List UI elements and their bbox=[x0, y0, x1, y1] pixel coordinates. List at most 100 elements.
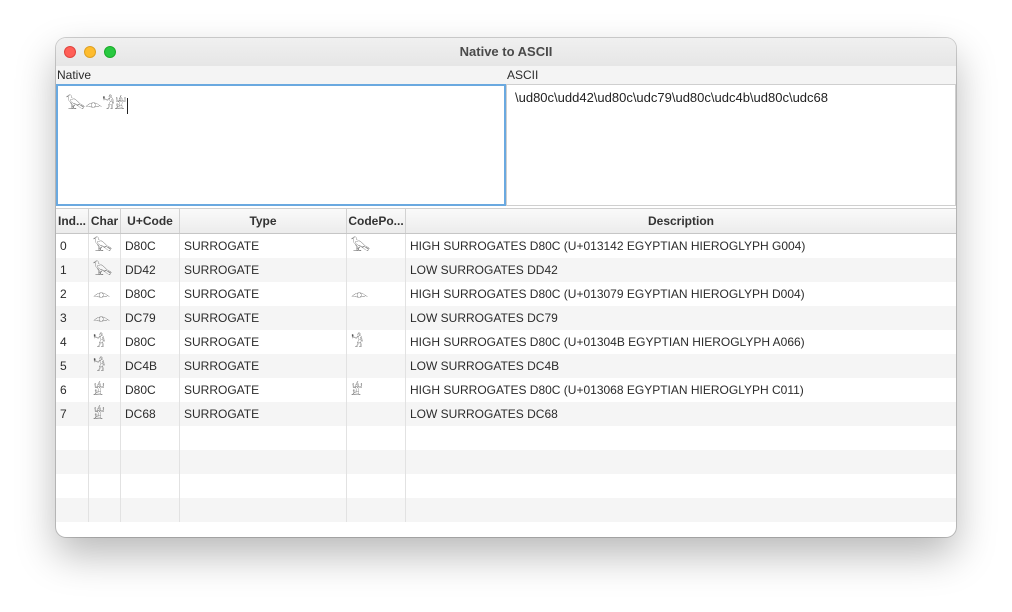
cell-codepoint bbox=[347, 426, 406, 450]
character-table[interactable]: Ind... Char U+Code Type CodePo... Descri… bbox=[56, 208, 956, 537]
cell-description bbox=[406, 426, 956, 450]
cell-description: HIGH SURROGATES D80C (U+013068 EGYPTIAN … bbox=[410, 383, 804, 397]
cell-char: 𓁋 bbox=[89, 354, 121, 378]
cell-codepoint bbox=[347, 306, 406, 330]
cell-ucode: D80C bbox=[121, 330, 180, 354]
cell-type bbox=[180, 426, 347, 450]
ascii-label: ASCII bbox=[507, 68, 539, 82]
cell-codepoint bbox=[347, 450, 406, 474]
cell-index: 0 bbox=[56, 234, 89, 258]
cell-index bbox=[56, 474, 89, 498]
cell-description bbox=[406, 498, 956, 522]
cell-ucode bbox=[121, 474, 180, 498]
ascii-text-area[interactable]: \ud80c\udd42\ud80c\udc79\ud80c\udc4b\ud8… bbox=[506, 84, 956, 206]
cell-index bbox=[56, 498, 89, 522]
cell-type bbox=[180, 498, 347, 522]
table-row[interactable]: 4 𓁋 D80C SURROGATE 𓁋 HIGH SURROGATES D80C (U+… bbox=[56, 330, 956, 354]
cell-index bbox=[56, 426, 89, 450]
table-row[interactable]: 3 𓁹 DC79 SURROGATE LOW SURROGATES DC79 bbox=[56, 306, 956, 330]
table-row[interactable]: 0 𓅂 D80C SURROGATE 𓅂 HIGH SURROGATES D80C (U+… bbox=[56, 234, 956, 258]
cell-index: 7 bbox=[56, 402, 89, 426]
close-window-button[interactable] bbox=[64, 46, 76, 58]
text-caret bbox=[127, 97, 129, 114]
cell-ucode: DC4B bbox=[121, 354, 180, 378]
table-row[interactable]: 2 𓁹 D80C SURROGATE 𓁹 HIGH SURROGATES D80C (U+… bbox=[56, 282, 956, 306]
cell-index: 1 bbox=[56, 258, 89, 282]
cell-char: 𓁨 bbox=[89, 402, 121, 426]
cell-description bbox=[406, 450, 956, 474]
cell-index: 4 bbox=[56, 330, 89, 354]
cell-char: 𓁨 bbox=[89, 378, 121, 402]
cell-codepoint bbox=[347, 498, 406, 522]
table-header: Ind... Char U+Code Type CodePo... Descri… bbox=[56, 209, 956, 234]
ascii-text: \ud80c\udd42\ud80c\udc79\ud80c\udc4b\ud8… bbox=[515, 90, 828, 105]
column-header-type[interactable]: Type bbox=[180, 209, 347, 233]
cell-type: SURROGATE bbox=[180, 402, 347, 426]
empty-table-row[interactable] bbox=[56, 474, 956, 498]
cell-description: LOW SURROGATES DC4B bbox=[410, 359, 560, 373]
cell-char bbox=[89, 474, 121, 498]
cell-description bbox=[406, 474, 956, 498]
empty-table-row[interactable] bbox=[56, 450, 956, 474]
empty-table-row[interactable] bbox=[56, 426, 956, 450]
cell-index: 6 bbox=[56, 378, 89, 402]
cell-ucode: DC79 bbox=[121, 306, 180, 330]
cell-char: 𓁹 bbox=[89, 306, 121, 330]
cell-description: LOW SURROGATES DD42 bbox=[410, 263, 558, 277]
cell-ucode bbox=[121, 450, 180, 474]
column-header-codepoint[interactable]: CodePo... bbox=[347, 209, 406, 233]
cell-char bbox=[89, 498, 121, 522]
cell-description: HIGH SURROGATES D80C (U+01304B EGYPTIAN … bbox=[410, 335, 805, 349]
zoom-window-button[interactable] bbox=[104, 46, 116, 58]
cell-ucode bbox=[121, 426, 180, 450]
window-title: Native to ASCII bbox=[459, 44, 553, 59]
column-header-ucode[interactable]: U+Code bbox=[121, 209, 180, 233]
cell-description: LOW SURROGATES DC79 bbox=[410, 311, 558, 325]
column-header-index[interactable]: Ind... bbox=[56, 209, 89, 233]
cell-index: 5 bbox=[56, 354, 89, 378]
cell-char: 𓅂 bbox=[89, 234, 121, 258]
cell-description: HIGH SURROGATES D80C (U+013142 EGYPTIAN … bbox=[410, 239, 806, 253]
cell-index bbox=[56, 450, 89, 474]
cell-ucode: D80C bbox=[121, 378, 180, 402]
cell-ucode: D80C bbox=[121, 282, 180, 306]
cell-codepoint bbox=[347, 354, 406, 378]
title-bar: Native to ASCII bbox=[56, 38, 956, 67]
cell-index: 3 bbox=[56, 306, 89, 330]
cell-char bbox=[89, 450, 121, 474]
cell-type: SURROGATE bbox=[180, 378, 347, 402]
cell-ucode: DD42 bbox=[121, 258, 180, 282]
cell-ucode: D80C bbox=[121, 234, 180, 258]
cell-description: HIGH SURROGATES D80C (U+013079 EGYPTIAN … bbox=[410, 287, 805, 301]
app-window: Native to ASCII Native ASCII 𓅂𓁹𓁋𓁨 \ud80c… bbox=[56, 38, 956, 537]
cell-char: 𓅂 bbox=[89, 258, 121, 282]
native-text: 𓅂𓁹𓁋𓁨 bbox=[66, 96, 127, 112]
table-row[interactable]: 6 𓁨 D80C SURROGATE 𓁨 HIGH SURROGATES D80C (U+… bbox=[56, 378, 956, 402]
empty-table-row[interactable] bbox=[56, 498, 956, 522]
cell-codepoint bbox=[347, 258, 406, 282]
table-row[interactable]: 5 𓁋 DC4B SURROGATE LOW SURROGATES DC4B bbox=[56, 354, 956, 378]
cell-codepoint: 𓁨 bbox=[347, 378, 406, 402]
column-header-char[interactable]: Char bbox=[89, 209, 121, 233]
cell-codepoint bbox=[347, 402, 406, 426]
cell-char bbox=[89, 426, 121, 450]
cell-type: SURROGATE bbox=[180, 282, 347, 306]
cell-char: 𓁹 bbox=[89, 282, 121, 306]
column-header-description[interactable]: Description bbox=[406, 209, 956, 233]
cell-codepoint bbox=[347, 474, 406, 498]
cell-codepoint: 𓁹 bbox=[347, 282, 406, 306]
table-row[interactable]: 7 𓁨 DC68 SURROGATE LOW SURROGATES DC68 bbox=[56, 402, 956, 426]
cell-codepoint: 𓁋 bbox=[347, 330, 406, 354]
cell-type: SURROGATE bbox=[180, 234, 347, 258]
table-row[interactable]: 1 𓅂 DD42 SURROGATE LOW SURROGATES DD42 bbox=[56, 258, 956, 282]
native-label: Native bbox=[57, 68, 92, 82]
cell-char: 𓁋 bbox=[89, 330, 121, 354]
cell-type bbox=[180, 474, 347, 498]
cell-type: SURROGATE bbox=[180, 258, 347, 282]
native-text-area[interactable]: 𓅂𓁹𓁋𓁨 bbox=[56, 84, 506, 206]
minimize-window-button[interactable] bbox=[84, 46, 96, 58]
cell-description: LOW SURROGATES DC68 bbox=[410, 407, 558, 421]
cell-codepoint: 𓅂 bbox=[347, 234, 406, 258]
cell-type: SURROGATE bbox=[180, 330, 347, 354]
cell-type: SURROGATE bbox=[180, 354, 347, 378]
